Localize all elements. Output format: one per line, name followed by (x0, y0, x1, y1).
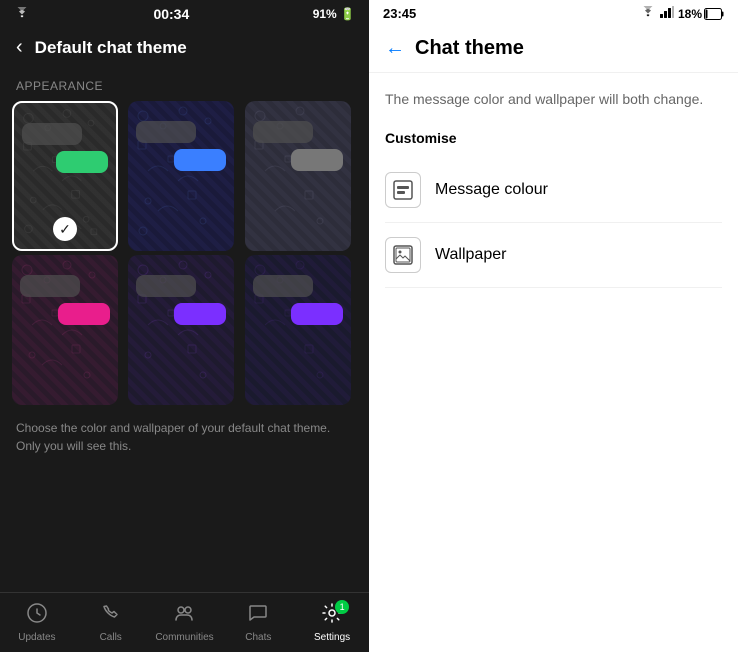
theme-description: Choose the color and wallpaper of your d… (0, 405, 369, 469)
right-page-title: Chat theme (415, 37, 524, 60)
message-colour-icon (385, 172, 421, 208)
theme-grid: ✓ (0, 101, 369, 405)
right-status-bar: 23:45 18% (369, 0, 738, 27)
nav-item-updates[interactable]: Updates (0, 598, 74, 647)
nav-item-settings[interactable]: 1 Settings (295, 598, 369, 647)
left-battery-icons: 91% 🔋 (313, 7, 355, 21)
nav-item-calls[interactable]: Calls (74, 598, 148, 647)
right-time: 23:45 (383, 6, 416, 21)
theme-selected-check: ✓ (53, 217, 77, 241)
right-content: The message color and wallpaper will bot… (369, 73, 738, 652)
nav-item-chats[interactable]: Chats (221, 598, 295, 647)
wallpaper-icon (385, 237, 421, 273)
message-colour-option[interactable]: Message colour (385, 158, 722, 223)
updates-icon (26, 602, 48, 630)
calls-icon (100, 602, 122, 630)
settings-badge: 1 (335, 600, 349, 614)
updates-label: Updates (18, 632, 55, 643)
appearance-label: APPEARANCE (0, 71, 369, 101)
right-wifi-icon (640, 6, 656, 21)
left-panel: 00:34 91% 🔋 ‹ Default chat theme APPEARA… (0, 0, 369, 652)
chats-label: Chats (245, 632, 271, 643)
back-button[interactable]: ‹ (16, 36, 23, 59)
settings-icon: 1 (321, 602, 343, 630)
customise-label: Customise (385, 130, 722, 146)
wifi-icon (14, 7, 30, 22)
communities-icon (173, 602, 195, 630)
right-header: ← Chat theme (369, 27, 738, 73)
right-status-icons: 18% (640, 6, 724, 21)
theme-item-pink[interactable] (12, 255, 118, 405)
left-status-bar: 00:34 91% 🔋 (0, 0, 369, 28)
nav-item-communities[interactable]: Communities (148, 598, 222, 647)
bottom-navigation: Updates Calls Communities (0, 592, 369, 652)
left-header: ‹ Default chat theme (0, 28, 369, 71)
wallpaper-option[interactable]: Wallpaper (385, 223, 722, 288)
right-description: The message color and wallpaper will bot… (385, 89, 722, 110)
left-status-icons-left (14, 7, 30, 22)
battery-icon: 91% 🔋 (313, 7, 355, 21)
theme-item-gray[interactable] (245, 101, 351, 251)
right-signal-icon (660, 6, 674, 21)
theme-item-blue[interactable] (128, 101, 234, 251)
right-panel: 23:45 18% (369, 0, 738, 652)
left-page-title: Default chat theme (35, 38, 187, 58)
communities-label: Communities (155, 632, 213, 643)
theme-item-purple2[interactable] (245, 255, 351, 405)
wallpaper-label: Wallpaper (435, 246, 506, 264)
left-time: 00:34 (153, 6, 189, 22)
settings-label: Settings (314, 632, 350, 643)
right-battery: 18% (678, 7, 724, 21)
calls-label: Calls (100, 632, 122, 643)
right-back-button[interactable]: ← (385, 37, 405, 60)
message-colour-label: Message colour (435, 181, 548, 199)
theme-item-purple[interactable] (128, 255, 234, 405)
theme-item-dark-default[interactable]: ✓ (12, 101, 118, 251)
chats-icon (247, 602, 269, 630)
